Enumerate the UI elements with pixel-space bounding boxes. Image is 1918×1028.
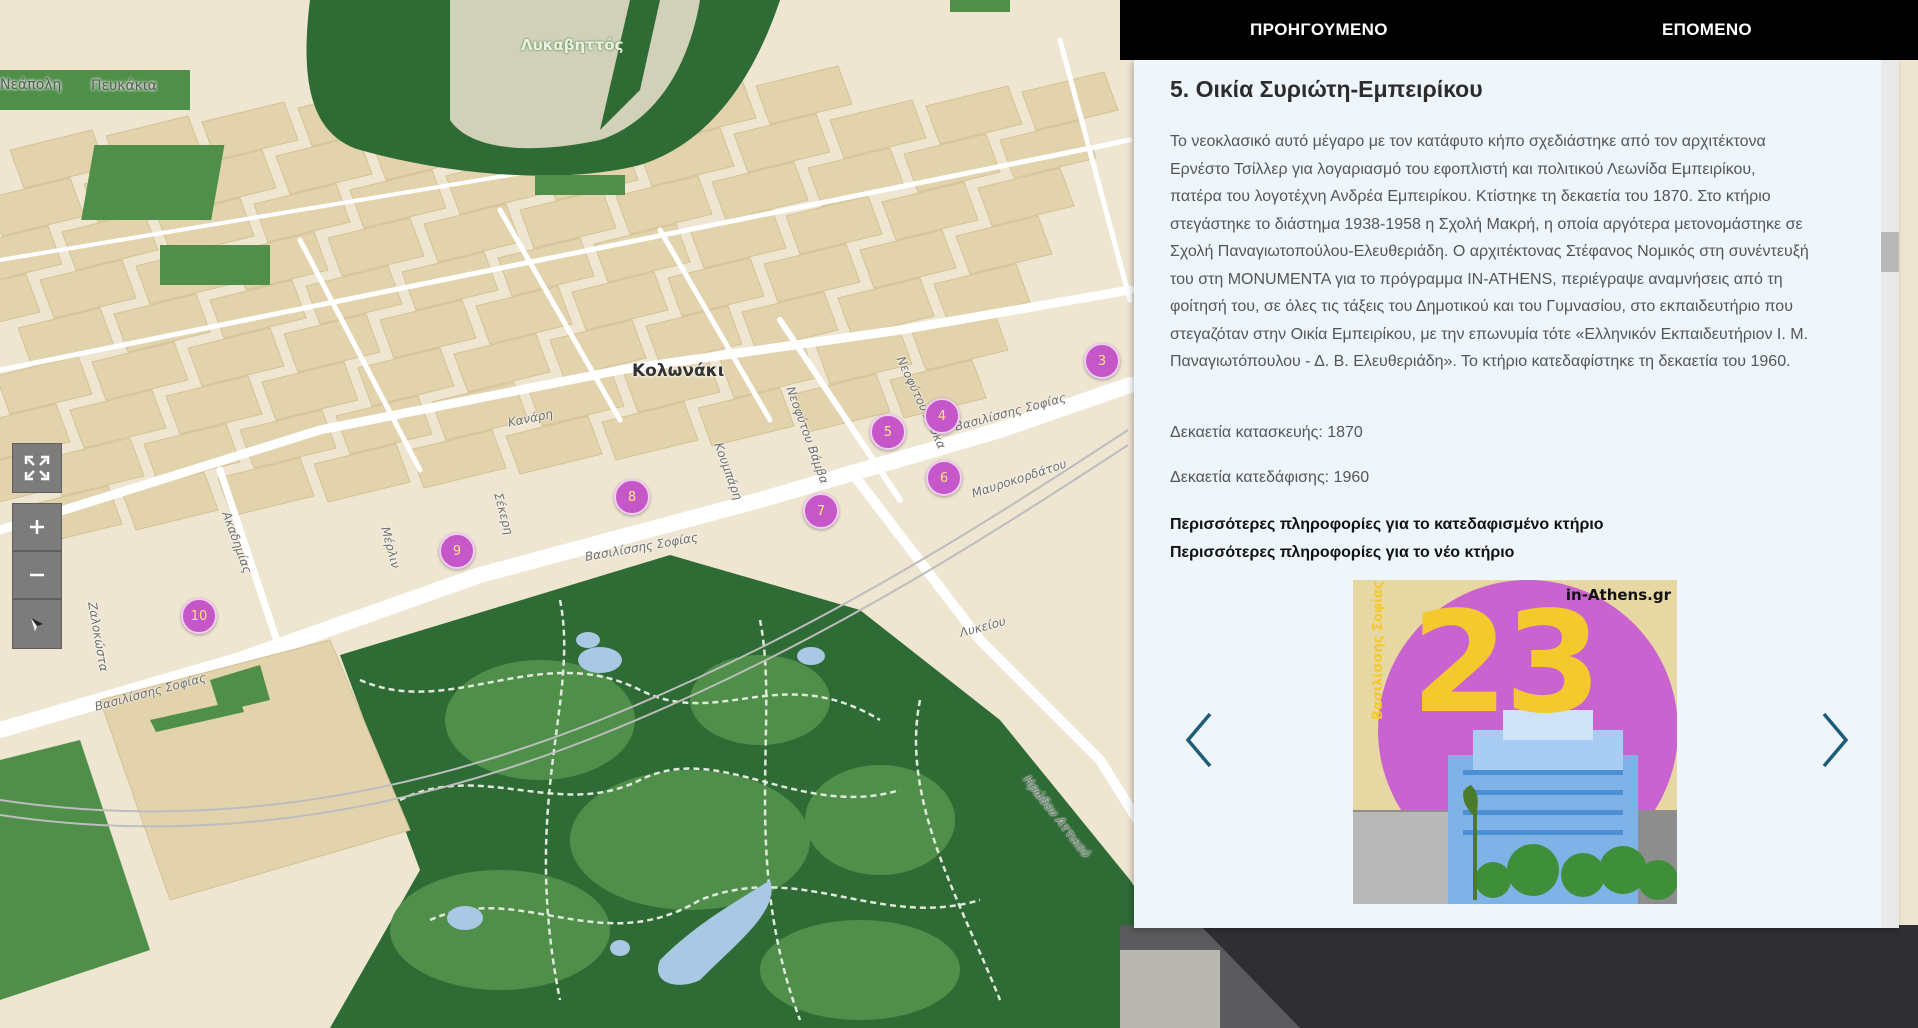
demolition-decade: Δεκαετία κατεδάφισης: 1960 bbox=[1170, 469, 1370, 486]
previous-button[interactable]: ΠΡΟΗΓΟΥΜΕΝΟ bbox=[1250, 20, 1388, 40]
zoom-in-button[interactable] bbox=[12, 503, 62, 551]
info-panel: 5. Οικία Συριώτη-Εμπειρίκου Το νεοκλασικ… bbox=[1134, 60, 1899, 928]
map-marker-6[interactable]: 6 bbox=[926, 460, 962, 496]
gallery-image-number: 23 bbox=[1411, 582, 1602, 745]
compass-icon bbox=[31, 618, 43, 632]
map-marker-4[interactable]: 4 bbox=[924, 398, 960, 434]
carousel-next-arrow[interactable] bbox=[1814, 710, 1854, 770]
map-marker-3[interactable]: 3 bbox=[1084, 343, 1120, 379]
compass-button[interactable] bbox=[12, 599, 62, 649]
minus-icon bbox=[30, 573, 44, 577]
carousel-prev-arrow[interactable] bbox=[1180, 710, 1220, 770]
zoom-out-button[interactable] bbox=[12, 551, 62, 599]
panel-title: 5. Οικία Συριώτη-Εμπειρίκου bbox=[1170, 76, 1483, 102]
map-marker-10[interactable]: 10 bbox=[181, 598, 217, 634]
map-marker-5[interactable]: 5 bbox=[870, 414, 906, 450]
map-marker-9[interactable]: 9 bbox=[439, 533, 475, 569]
place-label-kolonaki: Κολωνάκι bbox=[632, 361, 725, 381]
gallery-image-brand: in-Athens.gr bbox=[1565, 586, 1671, 604]
panel-scrollbar-thumb[interactable] bbox=[1881, 232, 1899, 272]
fullscreen-button[interactable] bbox=[12, 443, 62, 493]
link-demolished-building[interactable]: Περισσότερες πληροφορίες για το κατεδαφι… bbox=[1170, 516, 1604, 534]
map-marker-8[interactable]: 8 bbox=[614, 479, 650, 515]
panel-scrollbar[interactable] bbox=[1881, 60, 1899, 928]
plus-icon bbox=[30, 520, 44, 534]
place-label-lykavittos: Λυκαβηττός bbox=[521, 36, 624, 54]
top-navigation-bar: ΠΡΟΗΓΟΥΜΕΝΟ ΕΠΟΜΕΝΟ bbox=[1120, 0, 1918, 60]
panel-description: Το νεοκλασικό αυτό μέγαρο με τον κατάφυτ… bbox=[1170, 133, 1809, 370]
gallery-image-street: Βασιλίσσης Σοφίας bbox=[1371, 581, 1386, 720]
fullscreen-icon bbox=[24, 455, 50, 481]
place-label-neapoli: Νεάπολη bbox=[0, 77, 62, 93]
map-marker-7[interactable]: 7 bbox=[803, 493, 839, 529]
gallery-image[interactable]: 23 Βασιλίσσης Σοφίας in-Athens.gr bbox=[1353, 580, 1677, 904]
next-button[interactable]: ΕΠΟΜΕΝΟ bbox=[1662, 20, 1752, 40]
place-label-pefkakia: Πευκάκια bbox=[91, 78, 157, 94]
construction-decade: Δεκαετία κατασκευής: 1870 bbox=[1170, 424, 1363, 441]
link-new-building[interactable]: Περισσότερες πληροφορίες για το νέο κτήρ… bbox=[1170, 544, 1514, 562]
